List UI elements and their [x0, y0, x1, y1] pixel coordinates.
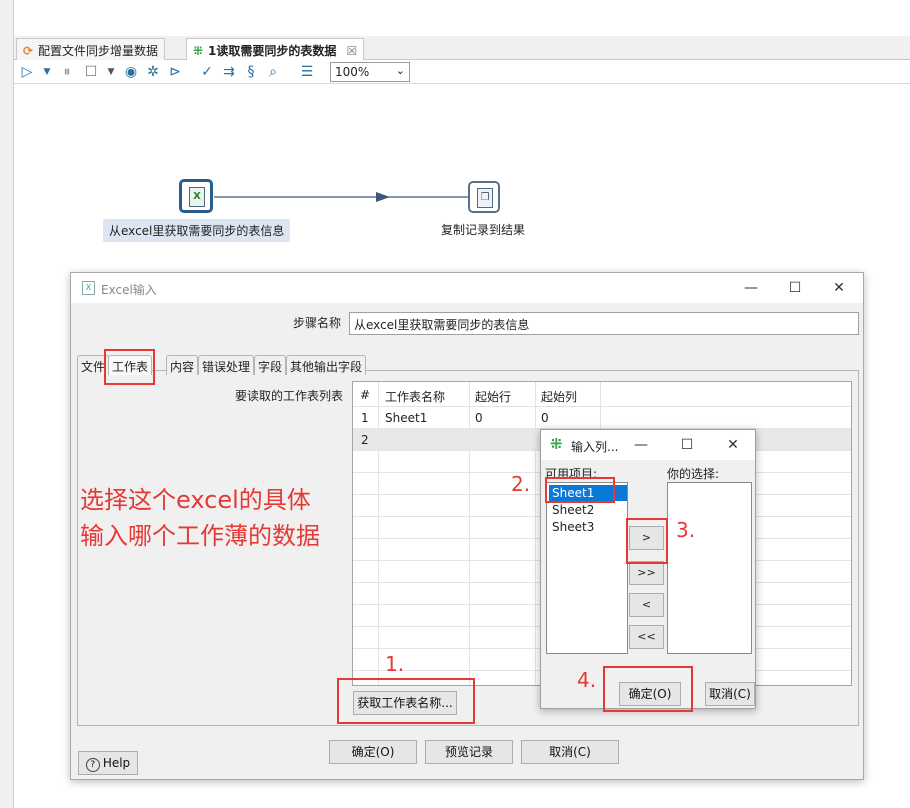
dialog-titlebar: X Excel输入 — ☐ ✕: [71, 273, 863, 303]
tab-content[interactable]: 内容: [166, 355, 199, 375]
excel-input-icon: X: [189, 187, 205, 207]
remove-all-button[interactable]: <<: [629, 625, 664, 649]
close-icon[interactable]: ✕: [827, 278, 851, 298]
help-button[interactable]: ? Help: [78, 751, 138, 775]
list-item[interactable]: Sheet3: [549, 519, 594, 535]
close-icon[interactable]: ✕: [721, 435, 745, 455]
remove-one-button[interactable]: <: [629, 593, 664, 617]
grid-header-start-row[interactable]: 起始行: [470, 384, 516, 406]
table-cell-sheet-name[interactable]: Sheet1: [380, 407, 432, 429]
annotation-step-3: 3.: [676, 518, 696, 542]
grid-header-start-col[interactable]: 起始列: [536, 384, 582, 406]
sheet-list-label: 要读取的工作表列表: [235, 389, 344, 403]
excel-input-step-label[interactable]: 从excel里获取需要同步的表信息: [103, 219, 291, 242]
copy-rows-step-label[interactable]: 复制记录到结果: [441, 221, 525, 238]
ok-button[interactable]: 确定(O): [329, 740, 417, 764]
available-items-list[interactable]: Sheet1 Sheet2 Sheet3: [546, 482, 628, 654]
annotation-note-line2: 输入哪个工作薄的数据: [80, 522, 320, 550]
step-name-label: 步骤名称: [293, 316, 342, 330]
tab-error-handling[interactable]: 错误处理: [198, 355, 255, 375]
step-name-input[interactable]: 从excel里获取需要同步的表信息: [349, 312, 859, 335]
maximize-icon[interactable]: ☐: [675, 435, 699, 455]
annotation-box-tab: [104, 349, 155, 385]
selected-items-list[interactable]: [667, 482, 752, 654]
hop-arrow-icon: [376, 192, 390, 202]
annotation-box-ok: [603, 666, 693, 712]
table-row-index: 2: [361, 433, 369, 447]
grid-header-sheet-name[interactable]: 工作表名称: [380, 384, 450, 406]
dialog-title: Excel输入: [101, 283, 157, 297]
annotation-step-2: 2.: [511, 472, 531, 496]
tab-fields[interactable]: 字段: [254, 355, 287, 375]
annotation-box-get-sheets: [337, 678, 475, 724]
minimize-icon[interactable]: —: [739, 278, 763, 298]
annotation-step-1: 1.: [385, 652, 405, 676]
excel-input-step[interactable]: X: [179, 179, 213, 213]
grid-header-index: #: [360, 388, 371, 402]
copy-rows-step[interactable]: ❐: [468, 181, 500, 213]
add-all-button[interactable]: >>: [629, 561, 664, 585]
annotation-note-line1: 选择这个excel的具体: [80, 486, 311, 514]
preview-button[interactable]: 预览记录: [425, 740, 513, 764]
cancel-button[interactable]: 取消(C): [521, 740, 619, 764]
table-row-index: 1: [361, 411, 369, 425]
help-icon: ?: [85, 758, 100, 772]
sub-cancel-button[interactable]: 取消(C): [705, 682, 755, 706]
table-cell-start-col[interactable]: 0: [536, 407, 554, 429]
minimize-icon[interactable]: —: [629, 435, 653, 455]
annotation-box-add: [626, 518, 668, 564]
selected-items-label: 你的选择:: [667, 467, 720, 481]
maximize-icon[interactable]: ☐: [783, 278, 807, 298]
excel-input-icon: X: [82, 281, 95, 295]
sub-dialog-title: 输入列...: [571, 440, 619, 454]
copy-rows-icon: ❐: [477, 188, 493, 208]
annotation-step-4: 4.: [577, 668, 597, 692]
annotation-box-sheet1: [545, 477, 615, 503]
table-cell-start-row[interactable]: 0: [470, 407, 488, 429]
sub-dialog-titlebar: ⁜ 输入列... — ☐ ✕: [541, 430, 755, 460]
list-item[interactable]: Sheet2: [549, 502, 594, 518]
tab-other-output-fields[interactable]: 其他输出字段: [286, 355, 367, 375]
transformation-icon: ⁜: [550, 435, 563, 453]
